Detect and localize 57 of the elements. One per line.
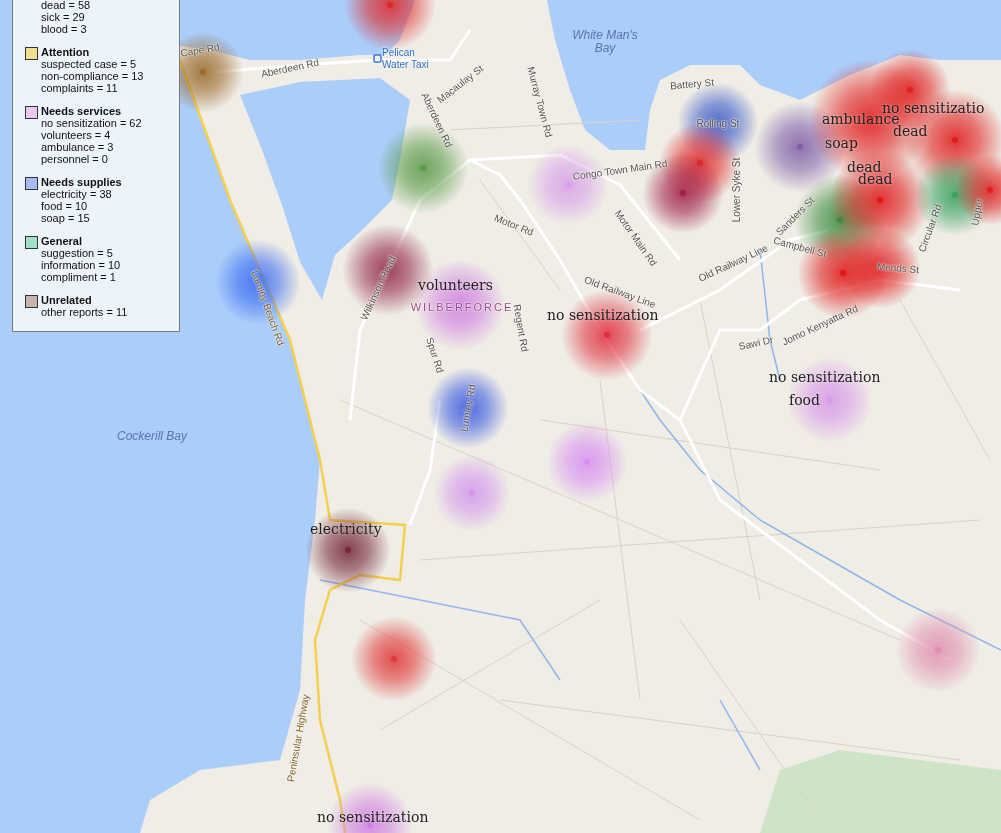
report-label: no sensitization bbox=[769, 370, 881, 384]
report-label: food bbox=[789, 393, 820, 407]
ferry-icon bbox=[373, 54, 382, 63]
street-label: Cape Rd bbox=[179, 41, 221, 59]
legend-title: Needs supplies bbox=[41, 176, 122, 188]
street-label: Circular Rd bbox=[916, 202, 944, 254]
report-label: ambulance bbox=[822, 112, 900, 126]
street-label: Regent Rd bbox=[511, 303, 531, 353]
report-label: no sensitizatio bbox=[882, 101, 985, 115]
legend-item: blood = 3 bbox=[41, 23, 88, 35]
street-label: Aberdeen Rd bbox=[260, 56, 320, 80]
district-label: WILBERFORCE bbox=[410, 301, 514, 313]
legend-item: soap = 15 bbox=[41, 212, 91, 224]
legend-item: no sensitization = 62 bbox=[41, 117, 143, 129]
legend-item: electricity = 38 bbox=[41, 188, 113, 200]
legend-title: Attention bbox=[41, 46, 90, 58]
street-label: Sawi Dr bbox=[737, 334, 775, 352]
street-label: Lumley Beach Rd bbox=[249, 269, 287, 347]
legend-item: volunteers = 4 bbox=[41, 129, 112, 141]
legend-title: Unrelated bbox=[41, 294, 92, 306]
street-label: Upper bbox=[969, 197, 985, 227]
street-label: Campbell St bbox=[772, 234, 828, 260]
street-label: Spur Rd bbox=[424, 335, 446, 375]
report-label: no sensitization bbox=[547, 308, 659, 322]
street-label: Lumley Rd bbox=[458, 383, 478, 433]
street-label: Peninsular Highway bbox=[284, 693, 312, 783]
legend-item: non-compliance = 13 bbox=[41, 70, 145, 82]
report-label: dead bbox=[893, 124, 928, 138]
report-label: soap bbox=[825, 136, 858, 150]
place-label: Pelican Water Taxi bbox=[382, 46, 430, 70]
legend-item: ambulance = 3 bbox=[41, 141, 115, 153]
report-label: volunteers bbox=[418, 278, 493, 292]
street-label: Rolling St bbox=[696, 117, 740, 129]
legend-item: suspected case = 5 bbox=[41, 58, 138, 70]
legend-item: sick = 29 bbox=[41, 11, 86, 23]
legend-item: compliment = 1 bbox=[41, 271, 117, 283]
bay-label: Cockerill Bay bbox=[116, 430, 189, 444]
street-label: Lower Syke St bbox=[730, 157, 742, 223]
legend-item: dead = 58 bbox=[41, 0, 92, 11]
street-label: Motor Rd bbox=[492, 212, 536, 238]
report-label: no sensitization bbox=[317, 810, 429, 824]
legend-title: General bbox=[41, 235, 82, 247]
report-label: dead bbox=[847, 160, 882, 174]
report-label: dead bbox=[858, 172, 893, 186]
street-label: Murray Town Rd bbox=[525, 65, 555, 139]
street-label: Battery St bbox=[669, 76, 715, 92]
legend-item: food = 10 bbox=[41, 200, 89, 212]
legend-title: Needs services bbox=[41, 105, 122, 117]
bay-label: White Man's Bay bbox=[571, 28, 639, 56]
street-label: Mends St bbox=[876, 260, 920, 276]
legend-item: personnel = 0 bbox=[41, 153, 109, 165]
legend-item: suggestion = 5 bbox=[41, 247, 114, 259]
legend-item: other reports = 11 bbox=[41, 306, 129, 318]
legend-item: complaints = 11 bbox=[41, 82, 119, 94]
street-label: Congo Town Main Rd bbox=[572, 157, 668, 183]
legend-item: information = 10 bbox=[41, 259, 122, 271]
report-label: electricity bbox=[310, 522, 382, 536]
